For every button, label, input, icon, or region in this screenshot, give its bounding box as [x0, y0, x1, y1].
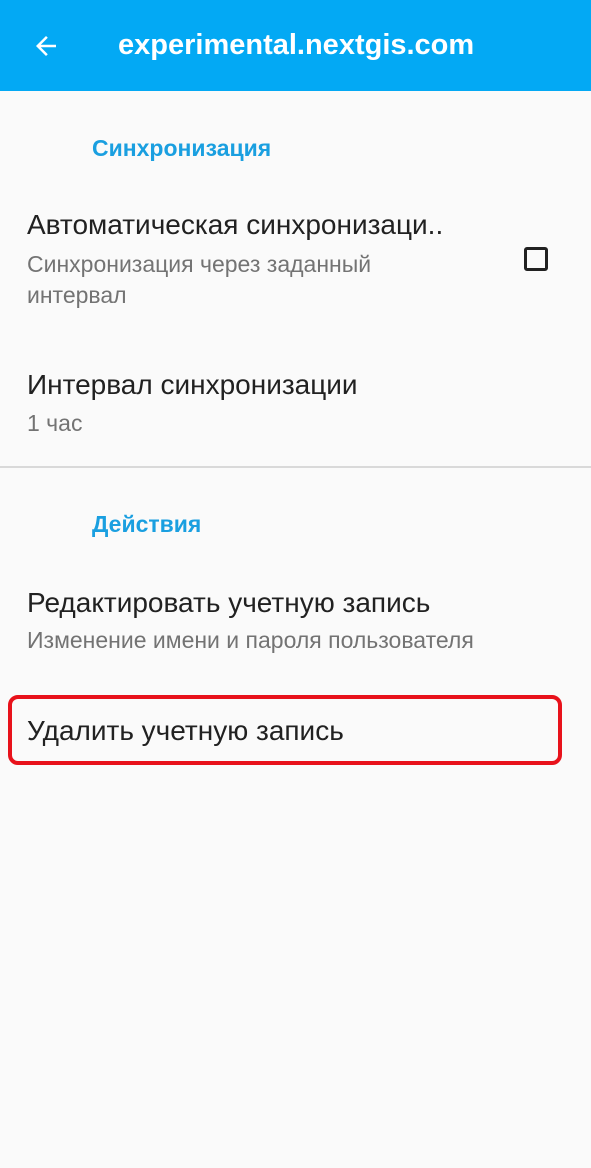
category-header-actions: Действия: [92, 511, 202, 537]
pref-sync-interval-title: Интервал синхронизации: [27, 369, 358, 400]
pref-auto-sync[interactable]: Автоматическая синхронизаци.. Синхрониза…: [0, 191, 591, 323]
pref-edit-account-title: Редактировать учетную запись: [27, 587, 431, 618]
highlight-box: [8, 695, 562, 765]
pref-auto-sync-title: Автоматическая синхронизаци..: [27, 209, 444, 240]
page-title: experimental.nextgis.com: [118, 29, 475, 61]
back-button[interactable]: [18, 22, 74, 70]
section-divider: [0, 466, 591, 468]
pref-edit-account[interactable]: Редактировать учетную запись Изменение и…: [0, 571, 591, 671]
pref-sync-interval[interactable]: Интервал синхронизации 1 час: [0, 353, 591, 453]
pref-auto-sync-summary: Синхронизация через заданный интервал: [27, 251, 372, 308]
pref-edit-account-summary: Изменение имени и пароля пользователя: [27, 627, 474, 653]
pref-sync-interval-summary: 1 час: [27, 410, 83, 436]
settings-list: Синхронизация Автоматическая синхронизац…: [0, 91, 591, 1168]
arrow-left-icon: [36, 36, 56, 56]
category-header-sync: Синхронизация: [92, 135, 272, 161]
app-bar: experimental.nextgis.com: [0, 0, 591, 91]
auto-sync-checkbox[interactable]: [524, 247, 548, 271]
